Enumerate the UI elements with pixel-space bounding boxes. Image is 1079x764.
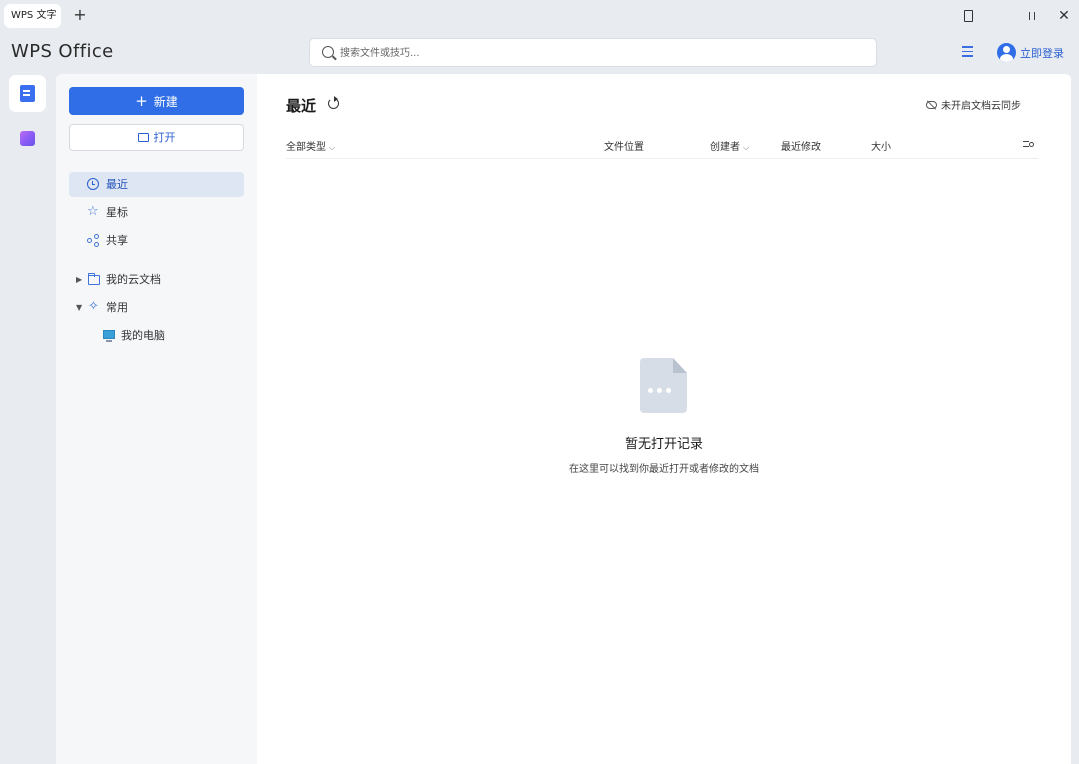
app-logo: WPS Office: [11, 41, 114, 62]
expand-arrow-icon[interactable]: ▶: [76, 268, 82, 292]
new-button[interactable]: + 新建: [69, 87, 244, 115]
plus-icon: +: [135, 92, 148, 110]
sidebar-item-my-computer[interactable]: 我的电脑: [69, 324, 244, 348]
cloud-sync-link[interactable]: 未开启文档云同步: [926, 97, 1021, 112]
open-button[interactable]: 打开: [69, 124, 244, 151]
sidebar-item-label: 星标: [106, 206, 128, 219]
cloud-off-icon: [926, 101, 937, 109]
sidebar-item-label: 最近: [106, 178, 128, 191]
sidebar-item-label: 常用: [106, 301, 128, 314]
empty-state-subtitle: 在这里可以找到你最近打开或者修改的文档: [569, 464, 759, 475]
chevron-down-icon: ⌵: [743, 143, 750, 152]
title-bar: WPS 文字 + ✕: [0, 0, 1079, 32]
new-button-label: 新建: [153, 95, 178, 109]
cloud-sync-label: 未开启文档云同步: [941, 101, 1021, 112]
avatar[interactable]: [997, 43, 1016, 62]
wps-office-window: WPS 文字 + ✕ WPS Office 立即登录 + 新建 打开 最近 ☆ 星…: [0, 0, 1079, 764]
file-list-header: 全部类型 ⌵ 文件位置 创建者 ⌵ 最近修改 大小: [286, 135, 1038, 159]
document-tab[interactable]: WPS 文字: [4, 4, 61, 28]
login-link[interactable]: 立即登录: [1020, 45, 1064, 61]
document-icon: [20, 85, 35, 102]
main-panel: 最近 未开启文档云同步 全部类型 ⌵ 文件位置 创建者 ⌵ 最近修改 大小 暂无打开…: [257, 74, 1071, 764]
sidebar-item-starred[interactable]: ☆ 星标: [69, 200, 244, 225]
ellipsis-icon: [648, 388, 678, 394]
sidebar-item-recent[interactable]: 最近: [69, 172, 244, 197]
pin-icon: ✧: [88, 299, 99, 314]
folder-open-icon: [137, 133, 149, 142]
search-icon: [322, 46, 334, 58]
column-settings-icon[interactable]: [1023, 140, 1034, 149]
sidebar-item-frequent[interactable]: ▼ ✧ 常用: [69, 296, 244, 320]
column-size[interactable]: 大小: [871, 138, 891, 153]
column-location[interactable]: 文件位置: [604, 138, 644, 153]
type-filter-dropdown[interactable]: 全部类型 ⌵: [286, 138, 335, 153]
chevron-down-icon: ⌵: [329, 143, 336, 152]
clock-icon: [87, 178, 99, 190]
folder-icon: [88, 273, 100, 285]
close-button[interactable]: ✕: [1056, 8, 1072, 24]
sidebar-item-label: 共享: [106, 234, 128, 247]
computer-icon: [103, 330, 115, 342]
rail-apps-icon[interactable]: [20, 131, 35, 146]
star-icon: ☆: [87, 204, 99, 219]
open-button-label: 打开: [153, 131, 176, 144]
sidebar-item-label: 我的云文档: [106, 273, 161, 286]
share-icon: [87, 234, 99, 247]
sidebar-item-label: 我的电脑: [121, 329, 165, 342]
collapse-arrow-icon[interactable]: ▼: [76, 296, 82, 320]
sidebar-item-cloud-docs[interactable]: ▶ 我的云文档: [69, 268, 244, 292]
creator-label: 创建者: [710, 142, 740, 153]
page-title: 最近: [286, 97, 317, 115]
pin-window-button[interactable]: [960, 8, 976, 24]
column-modified[interactable]: 最近修改: [781, 138, 821, 153]
new-tab-button[interactable]: +: [72, 6, 88, 24]
search-input[interactable]: [340, 43, 860, 63]
type-filter-label: 全部类型: [286, 142, 326, 153]
rail-documents-button[interactable]: [9, 75, 46, 112]
sidebar-item-shared[interactable]: 共享: [69, 228, 244, 253]
empty-state-title: 暂无打开记录: [624, 437, 703, 452]
minimize-button[interactable]: [1024, 8, 1040, 24]
refresh-icon[interactable]: [328, 96, 339, 109]
search-box[interactable]: [309, 38, 877, 67]
creator-filter-dropdown[interactable]: 创建者 ⌵: [710, 138, 749, 153]
sidebar: + 新建 打开 最近 ☆ 星标 共享 ▶ 我的云文档 ▼ ✧ 常用 我的电脑: [56, 74, 257, 764]
menu-icon[interactable]: [962, 46, 973, 57]
